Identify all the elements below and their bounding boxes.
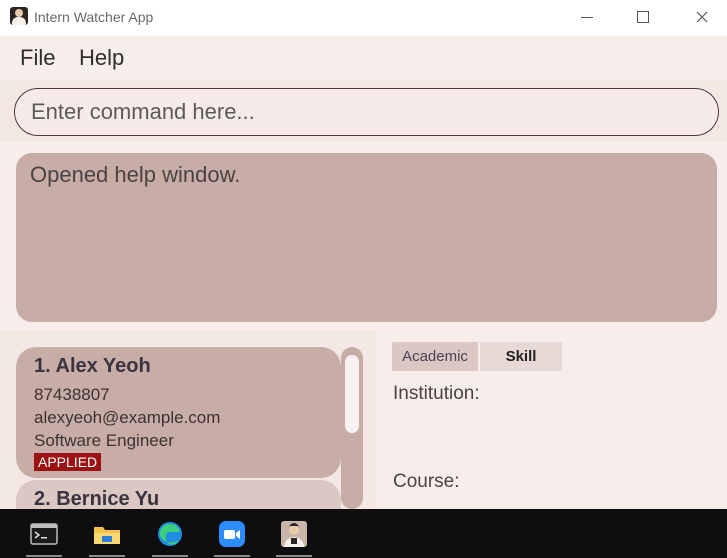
edge-taskbar-button[interactable] — [146, 509, 194, 558]
command-input[interactable] — [14, 88, 719, 136]
zoom-icon — [219, 520, 245, 547]
intern-watcher-taskbar-button[interactable] — [270, 509, 318, 558]
file-explorer-taskbar-button[interactable] — [83, 509, 131, 558]
course-label: Course: — [393, 471, 460, 492]
scrollbar-thumb[interactable] — [345, 355, 359, 433]
menu-help[interactable]: Help — [79, 45, 124, 71]
title-bar: Intern Watcher App — [0, 0, 727, 36]
terminal-taskbar-button[interactable] — [20, 509, 68, 558]
applicant-name: 1. Alex Yeoh — [34, 355, 151, 377]
window-title: Intern Watcher App — [34, 9, 154, 25]
file-explorer-icon — [94, 526, 120, 544]
detail-panel: Academic Skill Institution: Course: — [378, 330, 727, 509]
institution-label: Institution: — [393, 383, 480, 404]
result-display: Opened help window. — [16, 153, 717, 322]
result-area: Opened help window. — [0, 142, 727, 328]
tab-academic[interactable]: Academic — [392, 342, 478, 371]
close-icon — [696, 11, 708, 23]
status-badge: APPLIED — [34, 453, 102, 471]
edge-browser-icon — [158, 521, 182, 546]
maximize-button[interactable] — [620, 0, 666, 34]
zoom-taskbar-button[interactable] — [208, 509, 256, 558]
menu-file[interactable]: File — [20, 45, 55, 71]
intern-watcher-icon — [281, 520, 307, 547]
minimize-button[interactable] — [564, 0, 610, 34]
applicant-phone: 87438807 — [34, 385, 110, 404]
applicant-card[interactable]: 1. Alex Yeoh 87438807 alexyeoh@example.c… — [16, 347, 341, 478]
terminal-icon — [30, 522, 58, 545]
maximize-icon — [637, 11, 649, 23]
applicant-email: alexyeoh@example.com — [34, 408, 221, 427]
list-scrollbar[interactable] — [341, 347, 363, 509]
close-button[interactable] — [679, 0, 725, 34]
applicant-list: 1. Alex Yeoh 87438807 alexyeoh@example.c… — [0, 330, 376, 509]
applicant-role: Software Engineer — [34, 431, 174, 450]
applicant-name: 2. Bernice Yu — [34, 488, 160, 509]
minimize-icon — [581, 16, 593, 18]
taskbar — [0, 509, 727, 558]
menu-bar: File Help — [0, 36, 727, 78]
tab-skill[interactable]: Skill — [480, 342, 562, 371]
applicant-card[interactable]: 2. Bernice Yu — [16, 480, 341, 509]
app-logo-icon — [10, 7, 28, 25]
command-area — [0, 80, 727, 142]
